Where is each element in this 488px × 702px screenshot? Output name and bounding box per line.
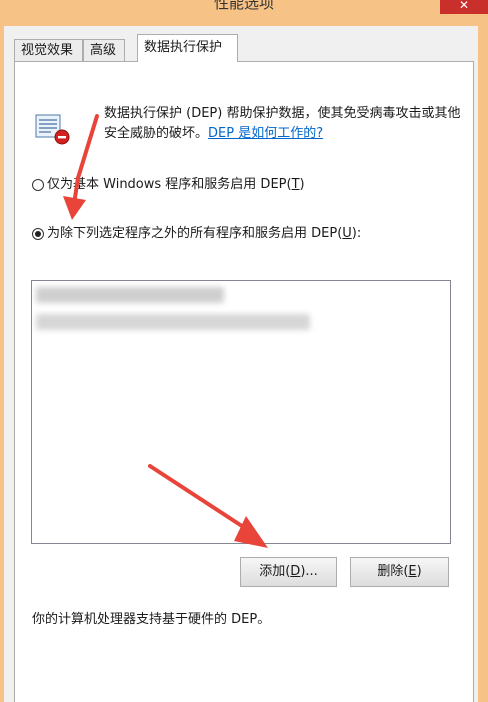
dep-description: 数据执行保护 (DEP) 帮助保护数据，使其免受病毒攻击或其他安全威胁的破坏。D…	[104, 104, 464, 144]
list-item-obscured[interactable]	[36, 287, 224, 303]
tab-label: 高级	[90, 43, 117, 58]
radio-all-except-selected[interactable]: 为除下列选定程序之外的所有程序和服务启用 DEP(U):	[32, 225, 361, 243]
window-left-border	[0, 26, 4, 702]
close-icon: ✕	[458, 0, 470, 12]
tab-label: 数据执行保护	[144, 40, 223, 55]
tab-data-execution-prevention[interactable]: 数据执行保护	[137, 34, 238, 62]
close-button[interactable]: ✕	[440, 0, 488, 14]
window-right-border	[478, 26, 488, 702]
radio-all-label: 为除下列选定程序之外的所有程序和服务启用 DEP(U):	[47, 226, 362, 241]
radio-essential-label: 仅为基本 Windows 程序和服务启用 DEP(T)	[47, 177, 305, 192]
performance-options-window: 性能选项 ✕ 视觉效果 高级 数据执行保护 数据执行保护 (DEP) 帮助保护数…	[0, 0, 488, 702]
radio-essential-indicator[interactable]	[32, 179, 44, 191]
dep-shield-icon	[35, 114, 70, 145]
title-bar: 性能选项 ✕	[0, 0, 488, 26]
tab-label: 视觉效果	[21, 43, 74, 58]
hardware-dep-note: 你的计算机处理器支持基于硬件的 DEP。	[32, 612, 271, 627]
radio-essential-programs[interactable]: 仅为基本 Windows 程序和服务启用 DEP(T)	[32, 176, 305, 194]
excluded-programs-list[interactable]	[31, 280, 451, 544]
remove-button[interactable]: 删除(E)	[350, 557, 449, 587]
add-button[interactable]: 添加(D)...	[240, 557, 337, 587]
window-title: 性能选项	[213, 0, 274, 12]
dep-how-it-works-link[interactable]: DEP 是如何工作的?	[208, 126, 323, 141]
tab-advanced[interactable]: 高级	[83, 39, 125, 61]
list-item-obscured[interactable]	[36, 314, 310, 330]
radio-all-indicator[interactable]	[32, 228, 44, 240]
tab-visual-effects[interactable]: 视觉效果	[14, 39, 83, 61]
